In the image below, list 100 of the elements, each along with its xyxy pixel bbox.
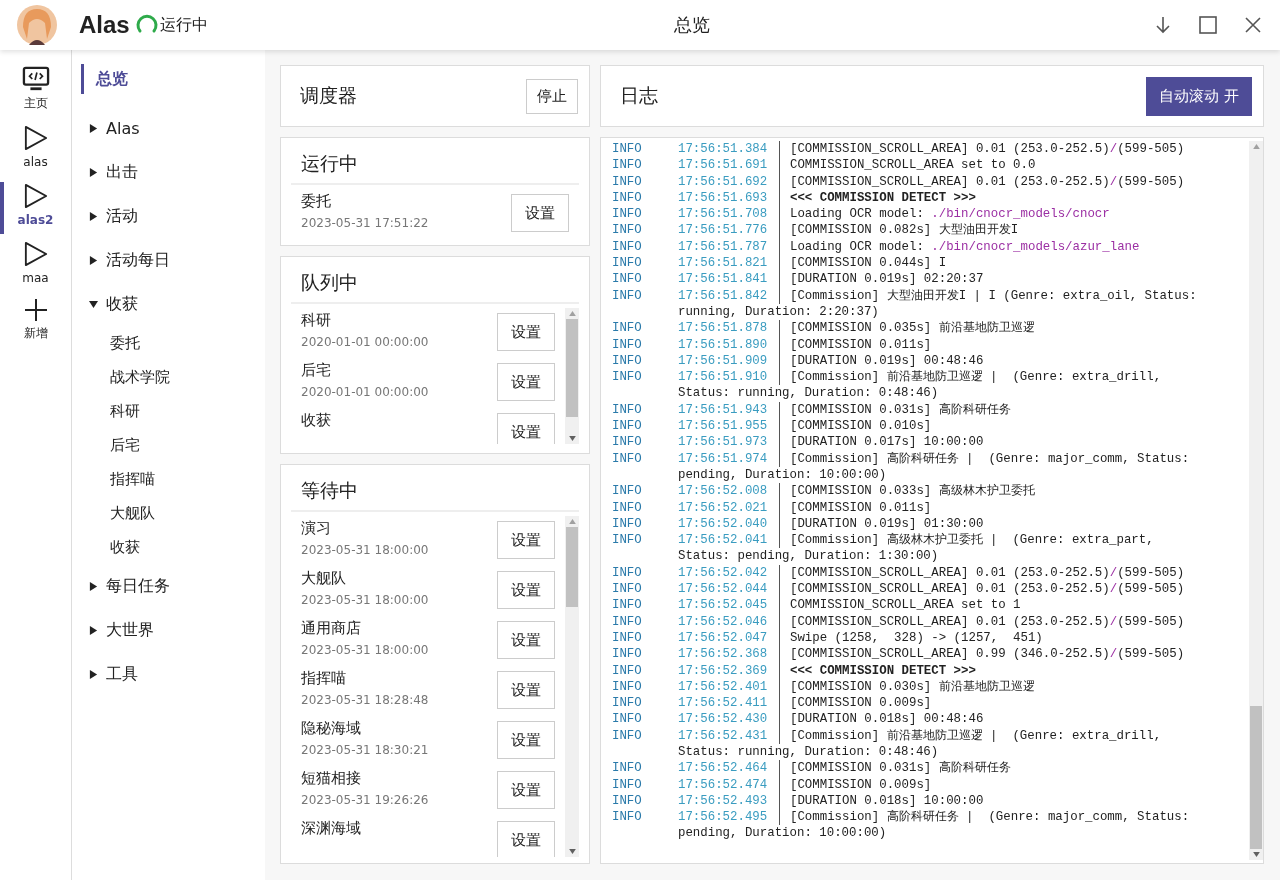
caret-icon	[89, 299, 98, 309]
log-message: Swipe (1258, 328) -> (1257, 451)	[790, 629, 1043, 647]
close-icon[interactable]	[1243, 15, 1263, 35]
log-level: INFO	[612, 597, 643, 614]
task-time: 2023-05-31 18:28:48	[301, 693, 429, 707]
instance-item[interactable]: maa	[0, 240, 67, 292]
scroll-up-icon[interactable]	[568, 519, 576, 524]
log-level: INFO	[612, 532, 643, 549]
instance-item[interactable]: alas2	[0, 182, 67, 234]
task-time: 2020-01-01 00:00:00	[301, 335, 429, 349]
scroll-up-icon[interactable]	[1252, 144, 1260, 149]
play-icon	[23, 240, 48, 268]
log-time: 17:56:52.495	[678, 809, 769, 826]
scroll-down-icon[interactable]	[1252, 852, 1260, 857]
submenu-item[interactable]: 收获	[81, 530, 265, 564]
scroll-thumb[interactable]	[566, 527, 578, 608]
submenu-item[interactable]: 战术学院	[81, 360, 265, 394]
log-message: [COMMISSION_SCROLL_AREA] 0.99 (346.0-252.5)/(599-505)	[790, 646, 1185, 663]
window-title: 总览	[672, 13, 711, 37]
settings-button[interactable]: 设置	[497, 671, 555, 709]
menu-item[interactable]: 收获	[81, 282, 265, 326]
submenu-item[interactable]: 大舰队	[81, 496, 265, 530]
scroll-up-icon[interactable]	[568, 311, 576, 316]
submenu-item[interactable]: 指挥喵	[81, 462, 265, 496]
caret-icon	[89, 167, 98, 177]
log-time: 17:56:51.842	[678, 287, 769, 304]
settings-button[interactable]: 设置	[497, 413, 555, 444]
menu-item[interactable]: 活动	[81, 194, 265, 238]
settings-button[interactable]: 设置	[497, 571, 555, 609]
log-level: INFO	[612, 173, 643, 190]
log-level: INFO	[612, 727, 643, 744]
submenu-item[interactable]: 科研	[81, 394, 265, 428]
settings-button[interactable]: 设置	[511, 194, 569, 232]
log-time: 17:56:52.008	[678, 483, 769, 500]
menu-item[interactable]: 活动每日	[81, 238, 265, 282]
task-time: 2023-05-31 17:51:22	[301, 216, 429, 230]
instance-item[interactable]: alas	[0, 124, 67, 176]
log-message: [COMMISSION 0.010s]	[790, 418, 932, 435]
log-message: [COMMISSION 0.009s]	[790, 776, 932, 793]
stop-button[interactable]: 停止	[526, 78, 578, 114]
settings-button[interactable]: 设置	[497, 721, 555, 759]
settings-button[interactable]: 设置	[497, 621, 555, 659]
log-message: [DURATION 0.018s] 10:00:00	[790, 792, 984, 810]
caret-icon	[89, 211, 98, 221]
settings-button[interactable]: 设置	[497, 521, 555, 559]
section-title: 等待中	[291, 473, 579, 512]
caret-icon	[89, 255, 98, 265]
log-time: 17:56:51.691	[678, 157, 769, 174]
scroll-down-icon[interactable]	[568, 436, 576, 441]
log-level: INFO	[612, 776, 643, 793]
maximize-icon[interactable]	[1198, 15, 1218, 35]
scroll-thumb[interactable]	[566, 319, 578, 417]
autoscroll-button[interactable]: 自动滚动 开	[1146, 76, 1252, 116]
log-message: [COMMISSION_SCROLL_AREA] 0.01 (253.0-252.5)/(599-505)	[790, 173, 1185, 190]
settings-button[interactable]: 设置	[497, 363, 555, 401]
submenu-item[interactable]: 后宅	[81, 428, 265, 462]
scroll-thumb[interactable]	[1250, 706, 1262, 849]
log-message: [COMMISSION_SCROLL_AREA] 0.01 (253.0-252.5)/(599-505)	[790, 613, 1185, 630]
menu-item[interactable]: 总览	[81, 64, 265, 94]
menu-item[interactable]: 大世界	[81, 608, 265, 652]
card-title: 调度器	[300, 83, 357, 108]
log-time: 17:56:52.493	[678, 792, 769, 810]
log-level: INFO	[612, 141, 643, 158]
log-time: 17:56:52.042	[678, 564, 769, 581]
log-message: [Commission] 大型油田开发I | I (Genre: extra_oil, Status:	[790, 287, 1197, 304]
scrollbar[interactable]	[1249, 141, 1263, 860]
log-message: [COMMISSION 0.011s]	[790, 499, 932, 516]
log-message: COMMISSION_SCROLL_AREA set to 0.0	[790, 157, 1036, 174]
settings-button[interactable]: 设置	[497, 313, 555, 351]
menu-item[interactable]: 出击	[81, 150, 265, 194]
log-level: INFO	[612, 629, 643, 647]
instance-item[interactable]: 主页	[0, 66, 67, 118]
log-message: [DURATION 0.019s] 00:48:46	[790, 352, 984, 370]
instance-item[interactable]: 新增	[0, 298, 67, 350]
scroll-down-icon[interactable]	[568, 849, 576, 854]
log-level: INFO	[612, 483, 643, 500]
log-level: INFO	[612, 336, 643, 353]
caret-icon	[89, 669, 98, 679]
log-message: COMMISSION_SCROLL_AREA set to 1	[790, 597, 1021, 614]
scrollbar[interactable]	[565, 308, 579, 444]
submenu-item[interactable]: 委托	[81, 326, 265, 360]
log-level: INFO	[612, 320, 643, 337]
download-arrow-icon[interactable]	[1153, 15, 1173, 35]
section-title: 队列中	[291, 265, 579, 304]
log-level: INFO	[612, 401, 643, 419]
log-time: 17:56:51.776	[678, 222, 769, 239]
log-message: Status: pending, Duration: 1:30:00)	[677, 548, 940, 565]
log-level: INFO	[612, 157, 643, 174]
settings-button[interactable]: 设置	[497, 771, 555, 809]
code-monitor-icon	[21, 66, 50, 92]
scrollbar[interactable]	[565, 516, 579, 857]
settings-button[interactable]: 设置	[497, 821, 555, 857]
log-message: [COMMISSION 0.033s] 高级林木护卫委托	[790, 483, 1035, 500]
menu-item[interactable]: 每日任务	[81, 564, 265, 608]
log-level: INFO	[612, 238, 643, 256]
menu-item[interactable]: 工具	[81, 652, 265, 696]
menu-item[interactable]: Alas	[81, 106, 265, 150]
log-message: [Commission] 高级林木护卫委托 | (Genre: extra_part,	[790, 532, 1154, 549]
log-message: [COMMISSION_SCROLL_AREA] 0.01 (253.0-252.5)/(599-505)	[790, 141, 1185, 158]
task-name: 科研	[301, 311, 332, 330]
